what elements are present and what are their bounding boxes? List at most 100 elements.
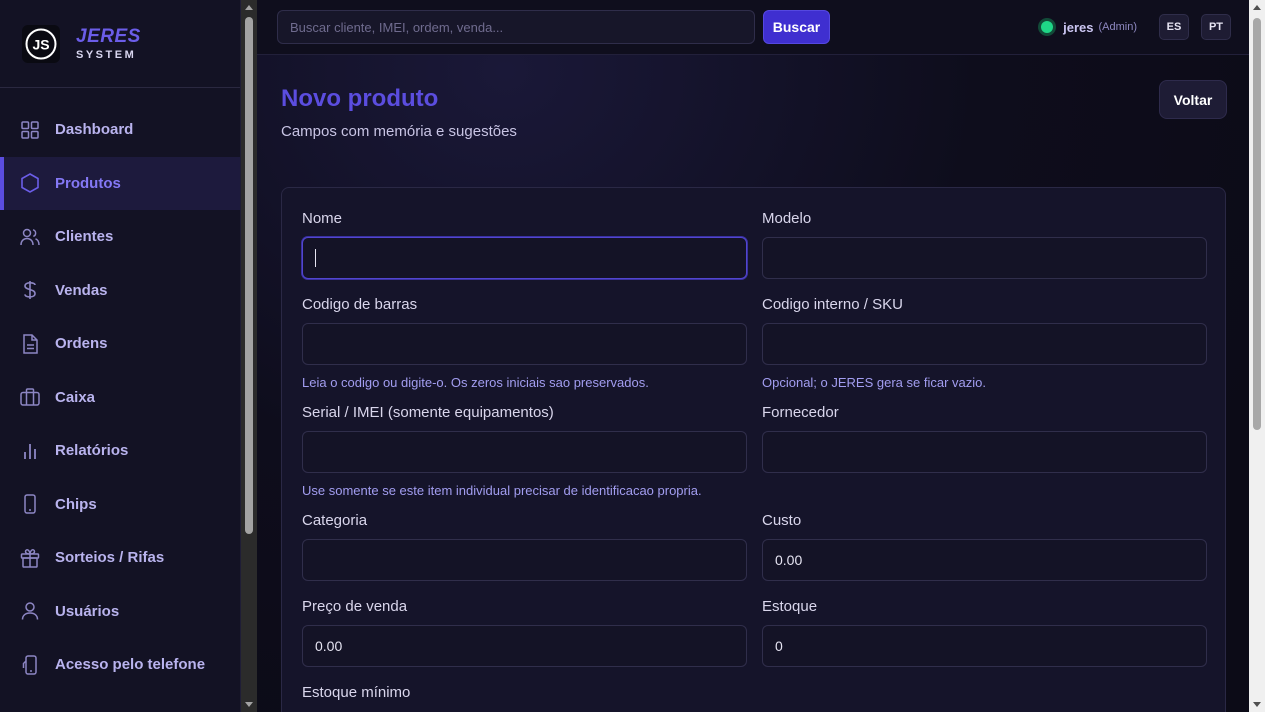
online-status-indicator [1041, 21, 1054, 33]
bar-chart-icon [20, 441, 40, 461]
page-scrollbar[interactable] [1249, 0, 1265, 712]
custo-input[interactable] [762, 539, 1207, 581]
sidebar-item-label: Usuários [55, 602, 120, 620]
user-icon [20, 601, 40, 621]
scroll-down-arrow-icon[interactable] [245, 702, 253, 707]
document-icon [20, 334, 40, 354]
brand-logo: JS [22, 24, 60, 63]
text-caret [315, 249, 316, 267]
user-name: jeres [1063, 19, 1094, 35]
sidebar-item-chips[interactable]: Chips [0, 478, 240, 532]
estoque-input[interactable] [762, 625, 1207, 667]
brand[interactable]: JS JERES SYSTEM [0, 0, 240, 88]
preco-venda-input[interactable] [302, 625, 747, 667]
nome-label: Nome [302, 210, 343, 227]
sidebar-item-label: Acesso pelo telefone [55, 656, 206, 674]
estoque-minimo-label: Estoque mínimo [302, 684, 411, 701]
back-button[interactable]: Voltar [1159, 80, 1227, 119]
sidebar-item-label: Clientes [55, 228, 114, 246]
field-nome: Nome [302, 208, 747, 279]
categoria-input[interactable] [302, 539, 747, 581]
page-header: Novo produto Campos com memória e sugest… [257, 55, 1249, 187]
lang-es-button[interactable]: ES [1159, 14, 1189, 40]
topbar: Buscar jeres (Admin) ES PT [257, 0, 1249, 55]
scroll-down-arrow-icon[interactable] [1253, 702, 1261, 707]
sidebar-nav: Dashboard Produtos Clientes Vendas Orden… [0, 88, 240, 692]
serial-hint: Use somente se este item individual prec… [302, 483, 702, 498]
sidebar-scrollbar[interactable] [241, 0, 257, 712]
sidebar-item-sorteios[interactable]: Sorteios / Rifas [0, 531, 240, 585]
sidebar-item-label: Chips [55, 495, 97, 513]
gift-icon [20, 548, 40, 568]
search-button[interactable]: Buscar [763, 10, 830, 44]
grid-icon [20, 120, 40, 140]
sidebar-item-caixa[interactable]: Caixa [0, 371, 240, 425]
product-form-card: Nome Modelo Codigo de barras Leia o codi… [281, 187, 1226, 712]
user-role: (Admin) [1098, 21, 1137, 33]
fornecedor-label: Fornecedor [762, 404, 839, 421]
codigo-barras-input[interactable] [302, 323, 747, 365]
scrollbar-thumb[interactable] [245, 17, 253, 534]
categoria-label: Categoria [302, 512, 368, 529]
sidebar-item-label: Caixa [55, 388, 96, 406]
sidebar-item-produtos[interactable]: Produtos [0, 156, 240, 210]
dollar-icon [20, 280, 40, 300]
users-icon [20, 227, 40, 247]
brand-name: JERES [76, 25, 141, 47]
field-preco-venda: Preço de venda [302, 596, 747, 667]
field-modelo: Modelo [762, 208, 1207, 279]
main-content: Buscar jeres (Admin) ES PT Novo produto … [257, 0, 1249, 712]
fornecedor-input[interactable] [762, 431, 1207, 473]
field-estoque-minimo: Estoque mínimo [302, 682, 747, 711]
serial-label: Serial / IMEI (somente equipamentos) [302, 404, 554, 421]
sidebar-item-label: Dashboard [55, 121, 134, 139]
codigo-interno-label: Codigo interno / SKU [762, 296, 903, 313]
sidebar-item-label: Relatórios [55, 442, 129, 460]
field-categoria: Categoria [302, 510, 747, 581]
custo-label: Custo [762, 512, 802, 529]
field-fornecedor: Fornecedor [762, 402, 1207, 504]
nome-input[interactable] [302, 237, 747, 279]
sidebar-item-relatorios[interactable]: Relatórios [0, 424, 240, 478]
scroll-up-arrow-icon[interactable] [245, 5, 253, 10]
sidebar-item-usuarios[interactable]: Usuários [0, 585, 240, 639]
codigo-barras-label: Codigo de barras [302, 296, 418, 313]
brand-subtitle: SYSTEM [76, 48, 137, 61]
lang-pt-button[interactable]: PT [1201, 14, 1231, 40]
codigo-interno-input[interactable] [762, 323, 1207, 365]
sidebar-item-acesso-telefone[interactable]: Acesso pelo telefone [0, 638, 240, 692]
scrollbar-thumb[interactable] [1253, 18, 1261, 430]
sidebar-item-vendas[interactable]: Vendas [0, 264, 240, 318]
sidebar: JS JERES SYSTEM Dashboard Produtos Clien… [0, 0, 241, 712]
sidebar-item-label: Ordens [55, 335, 108, 353]
field-estoque: Estoque [762, 596, 1207, 667]
scroll-up-arrow-icon[interactable] [1253, 5, 1261, 10]
hexagon-icon [20, 173, 40, 194]
estoque-label: Estoque [762, 598, 818, 615]
sidebar-item-ordens[interactable]: Ordens [0, 317, 240, 371]
search-input[interactable] [277, 10, 755, 44]
sidebar-item-label: Produtos [55, 174, 121, 192]
sidebar-item-label: Vendas [55, 281, 108, 299]
mobile-access-icon [20, 655, 40, 675]
briefcase-icon [20, 387, 40, 407]
field-serial: Serial / IMEI (somente equipamentos) Use… [302, 402, 747, 504]
sidebar-item-dashboard[interactable]: Dashboard [0, 103, 240, 157]
field-codigo-interno: Codigo interno / SKU Opcional; o JERES g… [762, 294, 1207, 396]
user-area: jeres (Admin) ES PT [1041, 14, 1231, 40]
preco-venda-label: Preço de venda [302, 598, 408, 615]
svg-text:JS: JS [32, 36, 49, 52]
product-form: Nome Modelo Codigo de barras Leia o codi… [302, 208, 1207, 711]
field-custo: Custo [762, 510, 1207, 581]
modelo-label: Modelo [762, 210, 812, 227]
codigo-interno-hint: Opcional; o JERES gera se ficar vazio. [762, 375, 986, 390]
phone-icon [20, 494, 40, 514]
field-codigo-barras: Codigo de barras Leia o codigo ou digite… [302, 294, 747, 396]
sidebar-item-label: Sorteios / Rifas [55, 549, 165, 567]
modelo-input[interactable] [762, 237, 1207, 279]
page-subtitle: Campos com memória e sugestões [281, 123, 517, 140]
serial-input[interactable] [302, 431, 747, 473]
codigo-barras-hint: Leia o codigo ou digite-o. Os zeros inic… [302, 375, 649, 390]
page-title: Novo produto [281, 85, 439, 112]
sidebar-item-clientes[interactable]: Clientes [0, 210, 240, 264]
